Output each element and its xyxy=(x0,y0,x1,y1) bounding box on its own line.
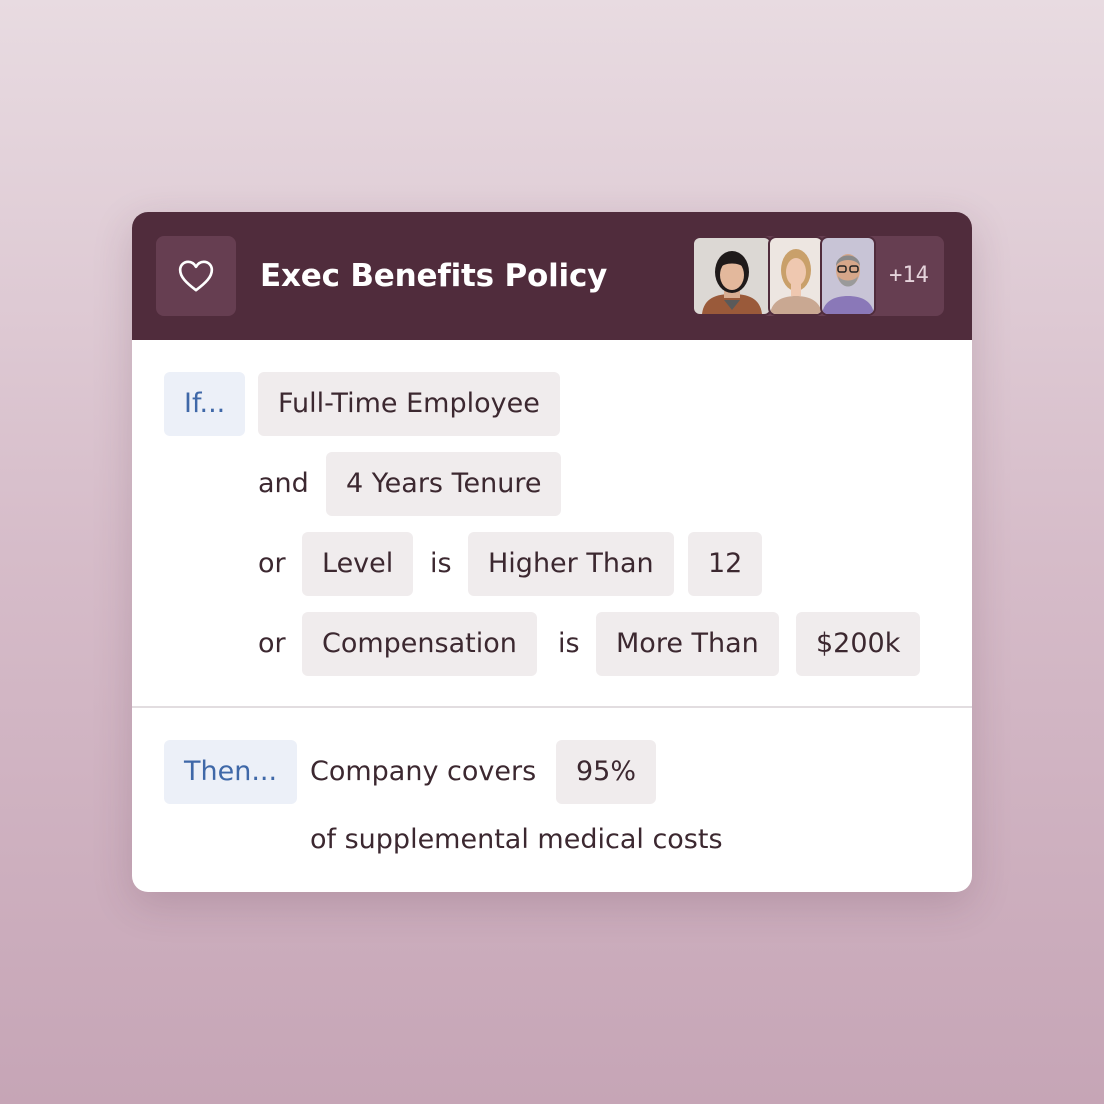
more-assignees-count[interactable]: +14 xyxy=(878,236,940,316)
condition-field-level[interactable]: Level xyxy=(302,532,414,596)
operator-word-is: is xyxy=(430,548,452,579)
condition-operator-higher-than[interactable]: Higher Than xyxy=(468,532,674,596)
connector-or: or xyxy=(258,628,286,659)
policy-card: Exec Benefits Policy +14 If... Full-Time… xyxy=(132,212,972,892)
connector-or: or xyxy=(258,548,286,579)
avatar[interactable] xyxy=(692,236,772,316)
condition-value-compensation[interactable]: $200k xyxy=(796,612,921,676)
assignee-avatars[interactable]: +14 xyxy=(692,236,944,316)
card-header: Exec Benefits Policy +14 xyxy=(132,212,972,340)
connector-and: and xyxy=(258,468,309,499)
if-keyword: If... xyxy=(164,372,246,436)
section-divider xyxy=(132,706,972,708)
condition-operator-more-than[interactable]: More Than xyxy=(596,612,779,676)
condition-value-level[interactable]: 12 xyxy=(688,532,763,596)
then-keyword: Then... xyxy=(164,740,298,804)
condition-chip-tenure[interactable]: 4 Years Tenure xyxy=(326,452,562,516)
condition-field-compensation[interactable]: Compensation xyxy=(302,612,537,676)
avatar[interactable] xyxy=(768,236,824,316)
condition-chip-employment-type[interactable]: Full-Time Employee xyxy=(258,372,560,436)
action-text: Company covers xyxy=(310,756,537,787)
policy-title: Exec Benefits Policy xyxy=(260,258,608,294)
operator-word-is: is xyxy=(558,628,580,659)
action-value-percent[interactable]: 95% xyxy=(556,740,657,804)
avatar[interactable] xyxy=(820,236,876,316)
favorite-button[interactable] xyxy=(156,236,236,316)
action-suffix: of supplemental medical costs xyxy=(310,824,723,855)
heart-icon xyxy=(178,260,214,292)
